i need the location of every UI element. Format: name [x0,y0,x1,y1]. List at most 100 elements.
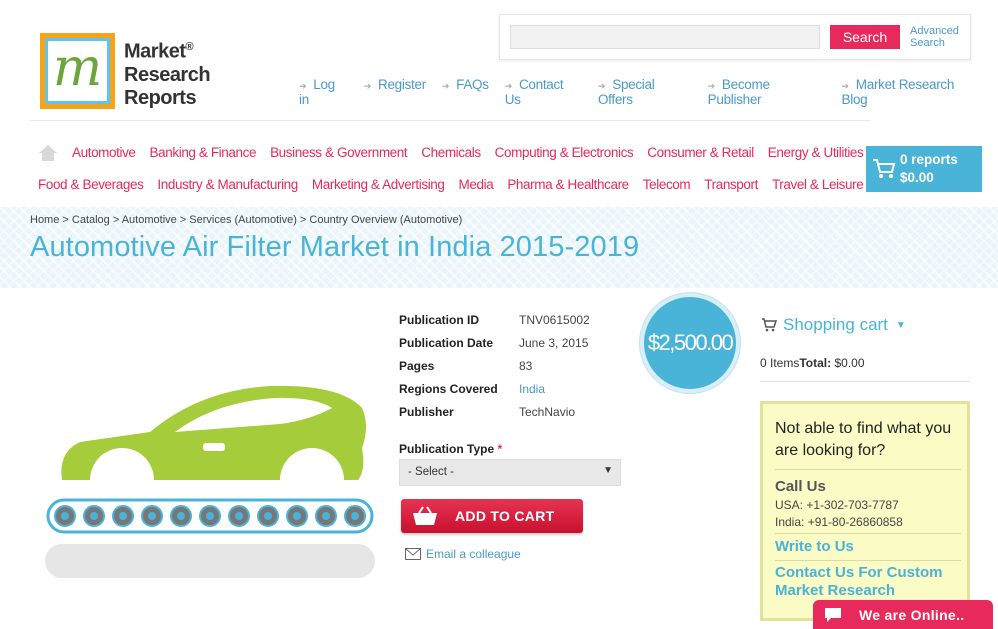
select-value: - Select - [408,466,455,478]
category-chemicals[interactable]: Chemicals [421,145,481,162]
blog-link[interactable]: ➔ Market Research Blog [842,77,982,107]
special-offers-label: Special Offers [597,77,655,107]
detail-row-pages: Pages 83 [399,359,590,382]
add-to-cart-button[interactable]: ADD TO CART [401,499,583,533]
add-to-cart-label: ADD TO CART [455,508,555,524]
category-industry-manufacturing[interactable]: Industry & Manufacturing [157,177,298,192]
help-divider [775,560,961,561]
category-banking-finance[interactable]: Banking & Finance [150,145,257,162]
sidebar-divider [760,381,970,382]
envelope-icon [405,548,421,560]
logo-letter: m [52,38,103,98]
required-marker: * [497,442,503,456]
header-cart-button[interactable]: 0 reports $0.00 [866,146,982,192]
page: m Market® Research Reports Search Advanc… [0,0,998,629]
logo-line1: Market [124,40,186,63]
category-consumer-retail[interactable]: Consumer & Retail [647,145,754,162]
arrow-icon: ➔ [299,81,307,91]
become-publisher-label: Become Publisher [707,77,770,107]
detail-row-publisher: Publisher TechNavio [399,405,590,428]
arrow-icon: ➔ [441,81,450,91]
dropdown-arrow-icon: ▼ [895,319,906,331]
contact-us-link[interactable]: ➔ Contact Us [505,77,582,107]
special-offers-link[interactable]: ➔ Special Offers [598,77,692,107]
detail-row-publication-date: Publication Date June 3, 2015 [399,336,590,359]
live-chat-label: We are Online.. [859,607,965,623]
shopping-cart-label: Shopping cart [783,315,888,334]
blog-label: Market Research Blog [841,77,955,107]
category-nav-row1: Automotive Banking & Finance Business & … [38,145,877,162]
logo-reg: ® [185,41,194,53]
logo-mark: m [40,33,115,109]
write-to-us-link[interactable]: Write to Us [775,538,854,556]
home-icon[interactable] [38,144,58,162]
category-telecom[interactable]: Telecom [643,177,691,192]
category-pharma-healthcare[interactable]: Pharma & Healthcare [507,177,629,192]
detail-value: TechNavio [519,405,576,419]
detail-key: Publication Date [399,336,494,350]
site-logo[interactable]: m Market® Research Reports [40,33,215,111]
cart-total-label: Total: [799,356,832,370]
search-input[interactable] [510,25,820,49]
conveyor-rollers [54,505,366,527]
call-us-heading: Call Us [775,478,826,495]
publication-details: Publication ID TNV0615002 Publication Da… [399,313,590,428]
category-media[interactable]: Media [459,177,494,192]
publication-type-label: Publication Type * [399,442,502,456]
logo-line3: Reports [124,86,197,109]
advanced-search-link[interactable]: Advanced Search [910,25,959,49]
login-link[interactable]: ➔ Log in [299,77,348,107]
help-box: Not able to find what you are looking fo… [760,401,970,621]
category-travel-leisure[interactable]: Travel & Leisure [772,177,864,192]
category-computing-electronics[interactable]: Computing & Electronics [495,145,634,162]
help-question: Not able to find what you are looking fo… [775,420,952,459]
title-banner: Home > Catalog > Automotive > Services (… [0,207,998,288]
category-automotive[interactable]: Automotive [72,145,136,162]
advanced-search-line2: Search [910,37,945,49]
cart-items: 0 Items [760,356,800,370]
become-publisher-link[interactable]: ➔ Become Publisher [708,77,826,107]
email-colleague-link[interactable]: Email a colleague [405,547,521,561]
arrow-icon: ➔ [504,81,513,91]
detail-value: 83 [519,359,533,373]
shopping-cart-title[interactable]: Shopping cart ▼ [761,315,906,335]
category-nav-row2: Food & Beverages Industry & Manufacturin… [38,177,877,192]
cart-icon [873,159,896,178]
header-divider [30,120,870,121]
search-button[interactable]: Search [830,25,900,49]
email-colleague-label: Email a colleague [426,547,521,561]
phone-usa: USA: +1-302-703-7787 [775,498,899,512]
basket-icon [413,506,437,525]
cart-count: 0 reports [900,152,958,167]
region-link[interactable]: India [519,382,545,405]
publication-type-select[interactable]: - Select - ▼ [399,459,621,486]
arrow-icon: ➔ [597,81,606,91]
cart-total-value: $0.00 [834,356,865,370]
live-chat-button[interactable]: We are Online.. [813,600,993,629]
category-food-beverages[interactable]: Food & Beverages [38,177,144,192]
logo-text: Market® Research Reports [124,36,211,110]
detail-value: June 3, 2015 [519,336,589,350]
help-divider [775,533,961,534]
category-marketing-advertising[interactable]: Marketing & Advertising [312,177,445,192]
detail-key: Publication ID [399,313,480,327]
custom-research-link[interactable]: Contact Us For Custom Market Research [775,564,943,600]
contact-us-label: Contact Us [504,77,564,107]
category-business-government[interactable]: Business & Government [270,145,408,162]
top-nav: ➔ Log in ➔ Register ➔ FAQs ➔ Contact Us ➔ Spe… [299,77,998,107]
cart-icon [762,318,777,332]
phone-india: India: +91-80-26860858 [775,515,903,529]
category-energy-utilities[interactable]: Energy & Utilities [768,145,864,162]
custom-research-line2: Market Research [775,582,896,599]
breadcrumb[interactable]: Home > Catalog > Automotive > Services (… [30,214,462,226]
category-transport[interactable]: Transport [704,177,758,192]
register-link[interactable]: ➔ Register [364,77,426,107]
arrow-icon: ➔ [707,81,716,91]
custom-research-line1: Contact Us For Custom [775,564,943,581]
register-label: Register [378,77,426,92]
faqs-link[interactable]: ➔ FAQs [442,77,489,107]
advanced-search-line1: Advanced [910,25,959,37]
page-title: Automotive Air Filter Market in India 20… [30,231,640,263]
detail-key: Publisher [399,405,454,419]
search-box: Search Advanced Search [499,14,971,60]
